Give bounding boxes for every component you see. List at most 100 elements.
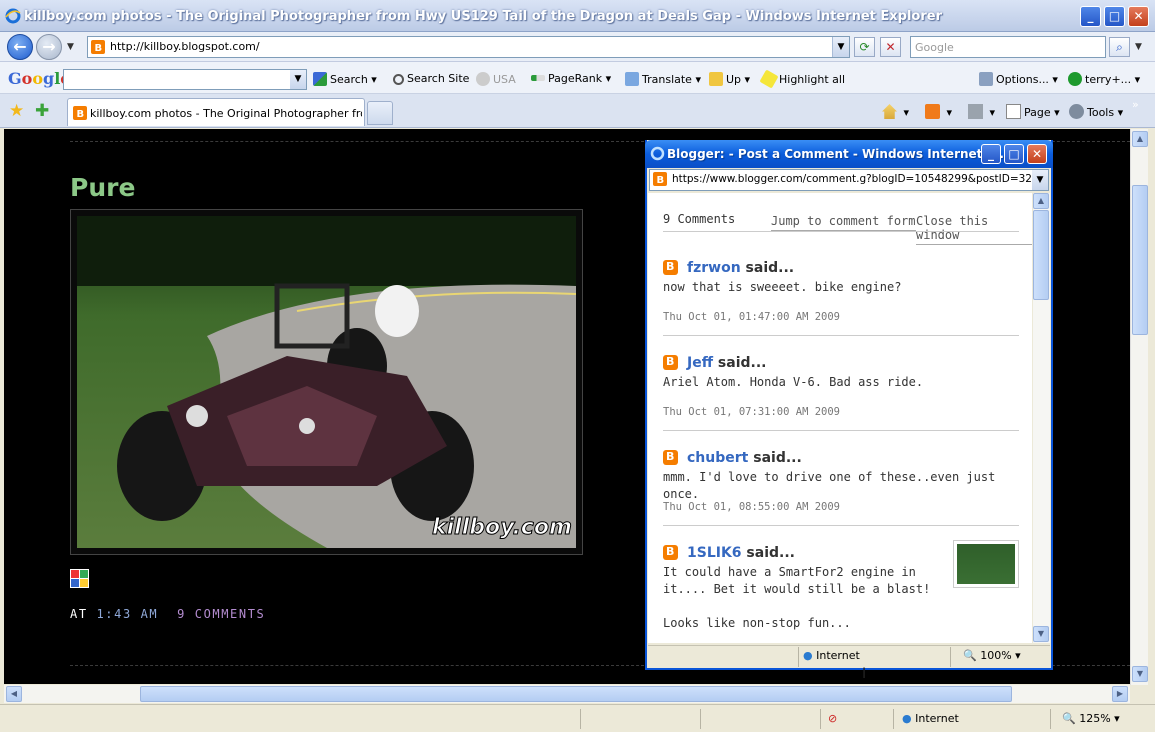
forward-button[interactable]: → <box>36 34 62 60</box>
maximize-button[interactable]: □ <box>1104 6 1125 27</box>
comment-author-link[interactable]: chubert <box>687 450 748 466</box>
divider <box>663 525 1019 526</box>
comment-author-link[interactable]: fzrwon <box>687 260 741 276</box>
status-separator <box>950 647 951 667</box>
close-button[interactable]: ✕ <box>1128 6 1149 27</box>
pagerank-button[interactable]: PageRank ▾ <box>531 72 611 85</box>
scroll-left-arrow-icon[interactable]: ◀ <box>6 686 22 702</box>
back-button[interactable]: ← <box>7 34 33 60</box>
blogger-icon <box>663 355 678 370</box>
stop-button[interactable]: ✕ <box>880 37 901 57</box>
popup-status-bar: ● Internet 🔍 100% ▾ <box>648 645 1050 667</box>
highlight-all-button[interactable]: Highlight all <box>759 69 845 89</box>
comment-author-link[interactable]: 1SLIK6 <box>687 545 742 561</box>
popup-close-button[interactable]: ✕ <box>1027 144 1047 164</box>
google-search-button[interactable]: Search ▾ <box>313 72 377 86</box>
ariel-atom-image: killboy.com <box>77 216 576 548</box>
popup-url-text: https://www.blogger.com/comment.g?blogID… <box>672 173 1032 185</box>
privacy-icon[interactable]: ⊘ <box>828 712 837 725</box>
popup-url-field[interactable]: B https://www.blogger.com/comment.g?blog… <box>649 169 1049 191</box>
post-time-link[interactable]: 1:43 AM <box>96 607 158 621</box>
google-toolbar: Google ▼ Search ▾ Search Site USA PageRa… <box>0 62 1155 94</box>
scroll-down-arrow-icon[interactable]: ▼ <box>1132 666 1148 682</box>
popup-url-dropdown-icon[interactable]: ▼ <box>1032 170 1048 190</box>
comment-date-link[interactable]: Thu Oct 01, 01:47:00 AM 2009 <box>663 311 840 323</box>
post-footer: AT 1:43 AM 9 COMMENTS <box>70 607 265 621</box>
scroll-right-arrow-icon[interactable]: ▶ <box>1112 686 1128 702</box>
horizontal-scrollbar[interactable]: ◀ ▶ <box>4 685 1130 703</box>
tools-menu[interactable]: Tools ▾ <box>1069 104 1123 119</box>
svg-text:B: B <box>95 43 103 54</box>
tab-killboy[interactable]: B killboy.com photos - The Original Phot… <box>67 98 365 126</box>
said-label: said... <box>746 545 795 561</box>
status-separator <box>1050 709 1051 729</box>
vertical-scrollbar[interactable]: ▲ ▼ <box>1130 129 1148 685</box>
new-tab-button[interactable] <box>367 101 393 125</box>
google-search-input[interactable]: ▼ <box>63 69 307 90</box>
folder-up-icon <box>709 72 723 86</box>
said-label: said... <box>753 450 802 466</box>
recent-pages-dropdown[interactable]: ▼ <box>67 42 74 52</box>
url-dropdown-icon[interactable]: ▼ <box>832 37 849 57</box>
home-button[interactable]: ▾ <box>882 104 909 119</box>
atv-image <box>957 544 1015 584</box>
popup-scrollbar[interactable]: ▲ ▼ <box>1033 193 1050 643</box>
divider <box>663 335 1019 336</box>
blogger-favicon-icon: B <box>653 172 667 186</box>
comment-text: It could have a SmartFor2 engine in it..… <box>663 565 931 596</box>
page-icon <box>1006 104 1021 119</box>
popup-scroll-thumb[interactable] <box>1033 210 1049 300</box>
address-bar: ← → ▼ B http://killboy.blogspot.com/ ▼ ⟳… <box>0 32 1155 62</box>
popup-maximize-button[interactable]: □ <box>1004 144 1024 164</box>
search-site-button[interactable]: Search Site <box>393 72 469 85</box>
add-favorites-icon[interactable]: ✚ <box>35 101 49 121</box>
magnifier-icon <box>393 74 404 85</box>
blogger-icon <box>663 260 678 275</box>
search-options-dropdown[interactable]: ▼ <box>1135 42 1142 52</box>
usa-button[interactable]: USA <box>476 72 516 86</box>
translate-button[interactable]: Translate ▾ <box>625 72 701 86</box>
blogger-icon <box>663 450 678 465</box>
close-window-link[interactable]: Close this window <box>916 214 1032 245</box>
zoom-control[interactable]: 🔍 125% ▾ <box>1062 712 1120 725</box>
popup-zoom-control[interactable]: 🔍 100% ▾ <box>963 649 1021 662</box>
options-button[interactable]: Options... ▾ <box>979 72 1058 86</box>
page-menu[interactable]: Page ▾ <box>1006 104 1060 119</box>
popup-minimize-button[interactable]: _ <box>981 144 1001 164</box>
scroll-thumb[interactable] <box>1132 185 1148 335</box>
comment-text: Ariel Atom. Honda V-6. Bad ass ride. <box>663 375 924 389</box>
favorites-star-icon[interactable]: ★ <box>9 101 24 121</box>
comment-date-link[interactable]: Thu Oct 01, 08:55:00 AM 2009 <box>663 501 840 513</box>
user-status-icon <box>1068 72 1082 86</box>
status-separator <box>700 709 701 729</box>
car-photo: killboy.com <box>77 216 576 548</box>
url-field[interactable]: B http://killboy.blogspot.com/ ▼ <box>87 36 850 58</box>
up-button[interactable]: Up ▾ <box>709 72 750 86</box>
atv-thumbnail[interactable] <box>953 540 1019 588</box>
post-title[interactable]: Pure <box>70 173 135 202</box>
search-input[interactable]: Google <box>910 36 1106 58</box>
comment-date-link[interactable]: Thu Oct 01, 07:31:00 AM 2009 <box>663 406 840 418</box>
picasa-icon[interactable] <box>70 569 89 588</box>
comment-count: 9 Comments <box>663 212 736 226</box>
scroll-up-arrow-icon[interactable]: ▲ <box>1033 193 1049 209</box>
comment-author-link[interactable]: Jeff <box>687 355 713 371</box>
jump-to-form-link[interactable]: Jump to comment form <box>771 214 916 231</box>
popup-titlebar: Blogger: - Post a Comment - Windows Inte… <box>645 140 1053 168</box>
account-button[interactable]: terry+... ▾ <box>1068 72 1140 86</box>
post-photo[interactable]: killboy.com <box>70 209 583 555</box>
minimize-button[interactable]: _ <box>1080 6 1101 27</box>
refresh-button[interactable]: ⟳ <box>854 37 875 57</box>
comments-link[interactable]: 9 COMMENTS <box>177 607 265 621</box>
print-button[interactable]: ▾ <box>968 104 995 119</box>
popup-zone-status: ● Internet <box>803 649 860 662</box>
scroll-down-arrow-icon[interactable]: ▼ <box>1033 626 1049 642</box>
chevron-icon[interactable]: » <box>1132 98 1139 111</box>
window-titlebar: killboy.com photos - The Original Photog… <box>0 0 1155 32</box>
hscroll-thumb[interactable] <box>140 686 1012 702</box>
scroll-up-arrow-icon[interactable]: ▲ <box>1132 131 1148 147</box>
home-icon <box>882 104 897 119</box>
search-go-button[interactable]: ⌕ <box>1109 37 1130 57</box>
feeds-button[interactable]: ▾ <box>925 104 952 119</box>
google-search-dropdown-icon[interactable]: ▼ <box>290 70 306 89</box>
